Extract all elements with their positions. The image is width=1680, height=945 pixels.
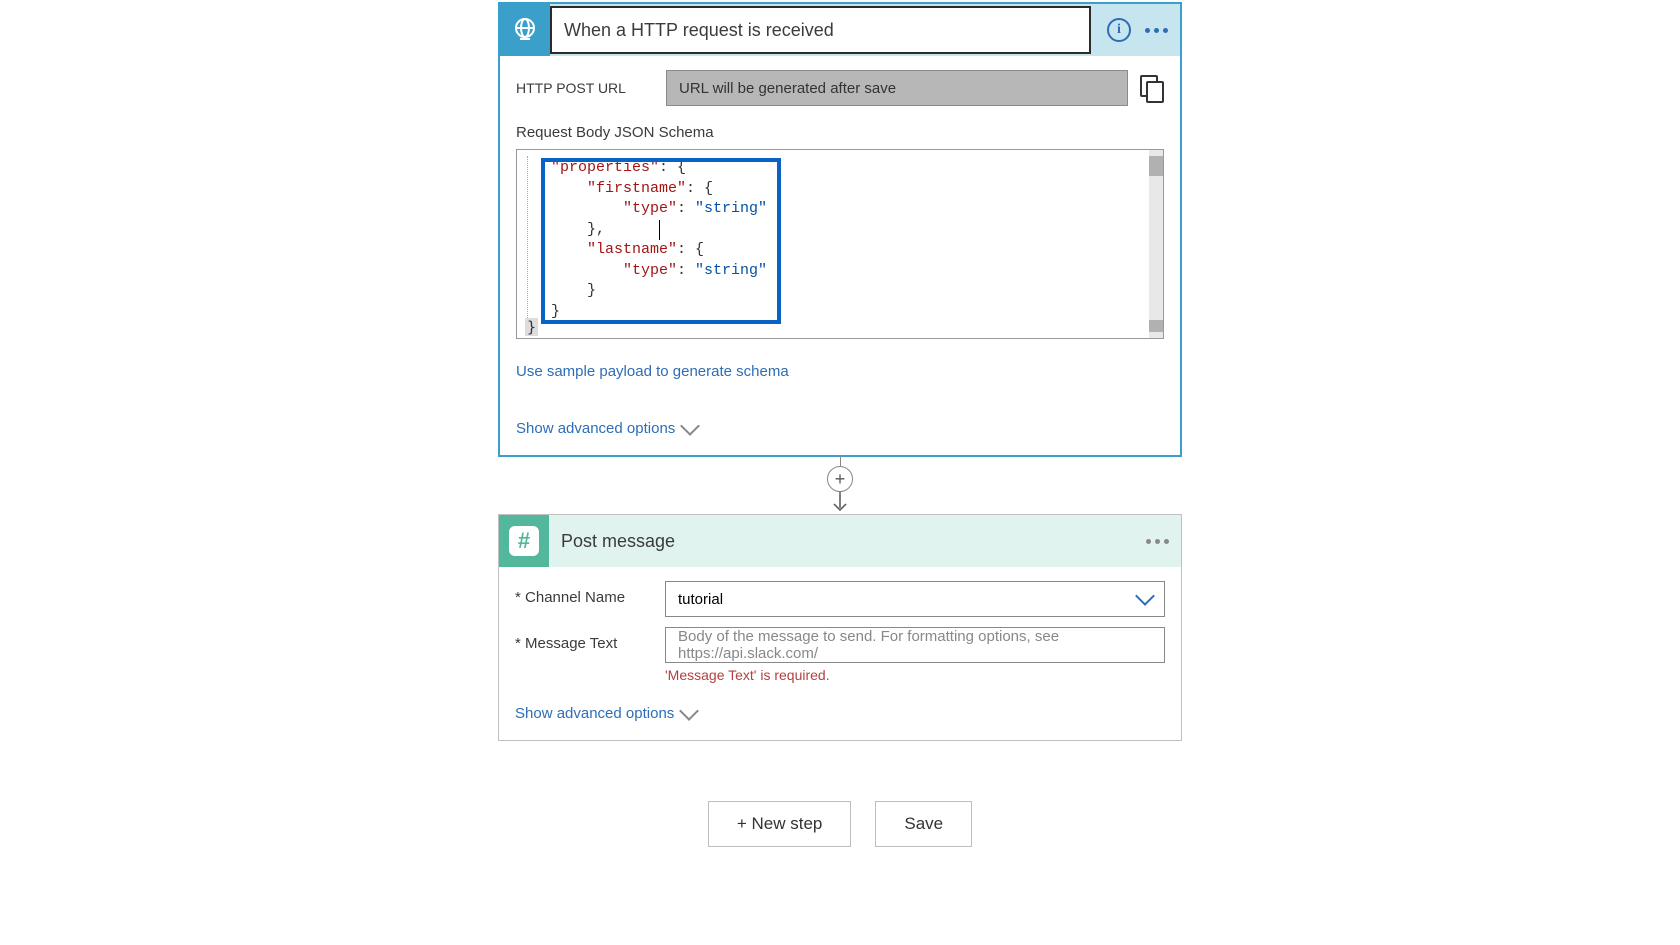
scrollbar-thumb-bottom[interactable] — [1149, 320, 1163, 332]
add-step-between-button[interactable]: + — [827, 466, 853, 492]
use-sample-payload-link[interactable]: Use sample payload to generate schema — [516, 363, 1164, 380]
channel-name-label: * Channel Name — [515, 581, 665, 606]
scrollbar-thumb-top[interactable] — [1149, 156, 1163, 176]
schema-code: "properties": { "firstname": { "type": "… — [523, 154, 1157, 322]
bottom-button-row: + New step Save — [708, 801, 972, 847]
code-guide-line — [527, 156, 528, 332]
channel-name-row: * Channel Name tutorial — [515, 581, 1165, 617]
message-text-label: * Message Text — [515, 627, 665, 652]
channel-name-select[interactable]: tutorial — [665, 581, 1165, 617]
more-menu-icon[interactable] — [1145, 28, 1168, 33]
text-cursor — [659, 220, 660, 240]
trigger-body: HTTP POST URL URL will be generated afte… — [500, 56, 1180, 455]
message-text-error: 'Message Text' is required. — [665, 667, 1165, 683]
http-trigger-icon — [500, 4, 550, 56]
http-url-value: URL will be generated after save — [666, 70, 1128, 106]
trigger-title-wrap: When a HTTP request is received — [550, 6, 1091, 54]
more-menu-icon[interactable] — [1146, 539, 1169, 544]
connector-line-top — [840, 456, 841, 466]
chevron-down-icon — [1135, 586, 1155, 606]
trigger-header-actions: i — [1095, 18, 1180, 42]
slack-action-icon: # — [499, 515, 549, 567]
hash-icon: # — [509, 526, 539, 556]
chevron-down-icon — [679, 701, 699, 721]
arrow-down-icon — [830, 492, 850, 514]
action-header-actions — [1134, 539, 1181, 544]
show-advanced-options-link[interactable]: Show advanced options — [515, 705, 1165, 722]
info-icon[interactable]: i — [1107, 18, 1131, 42]
copy-url-icon[interactable] — [1138, 75, 1164, 101]
action-title: Post message — [561, 531, 675, 552]
scrollbar-vertical[interactable] — [1149, 150, 1163, 338]
message-text-input[interactable]: Body of the message to send. For formatt… — [665, 627, 1165, 663]
action-header[interactable]: # Post message — [499, 515, 1181, 567]
trigger-header[interactable]: When a HTTP request is received i — [500, 4, 1180, 56]
message-text-row: * Message Text Body of the message to se… — [515, 627, 1165, 683]
trigger-card: When a HTTP request is received i HTTP P… — [498, 2, 1182, 457]
advanced-label: Show advanced options — [516, 420, 675, 437]
action-card: # Post message * Channel Name tutorial *… — [498, 514, 1182, 741]
schema-editor[interactable]: "properties": { "firstname": { "type": "… — [516, 149, 1164, 339]
code-end-brace: } — [525, 318, 538, 336]
http-url-row: HTTP POST URL URL will be generated afte… — [516, 70, 1164, 106]
show-advanced-options-link[interactable]: Show advanced options — [516, 420, 1164, 437]
action-body: * Channel Name tutorial * Message Text B… — [499, 567, 1181, 740]
save-button[interactable]: Save — [875, 801, 972, 847]
chevron-down-icon — [680, 416, 700, 436]
flow-connector: + — [827, 456, 853, 514]
schema-label: Request Body JSON Schema — [516, 124, 1164, 141]
channel-name-value: tutorial — [678, 591, 723, 608]
new-step-button[interactable]: + New step — [708, 801, 852, 847]
action-title-wrap: Post message — [549, 517, 1132, 565]
trigger-title: When a HTTP request is received — [564, 20, 834, 41]
advanced-label: Show advanced options — [515, 705, 674, 722]
http-url-label: HTTP POST URL — [516, 80, 656, 96]
